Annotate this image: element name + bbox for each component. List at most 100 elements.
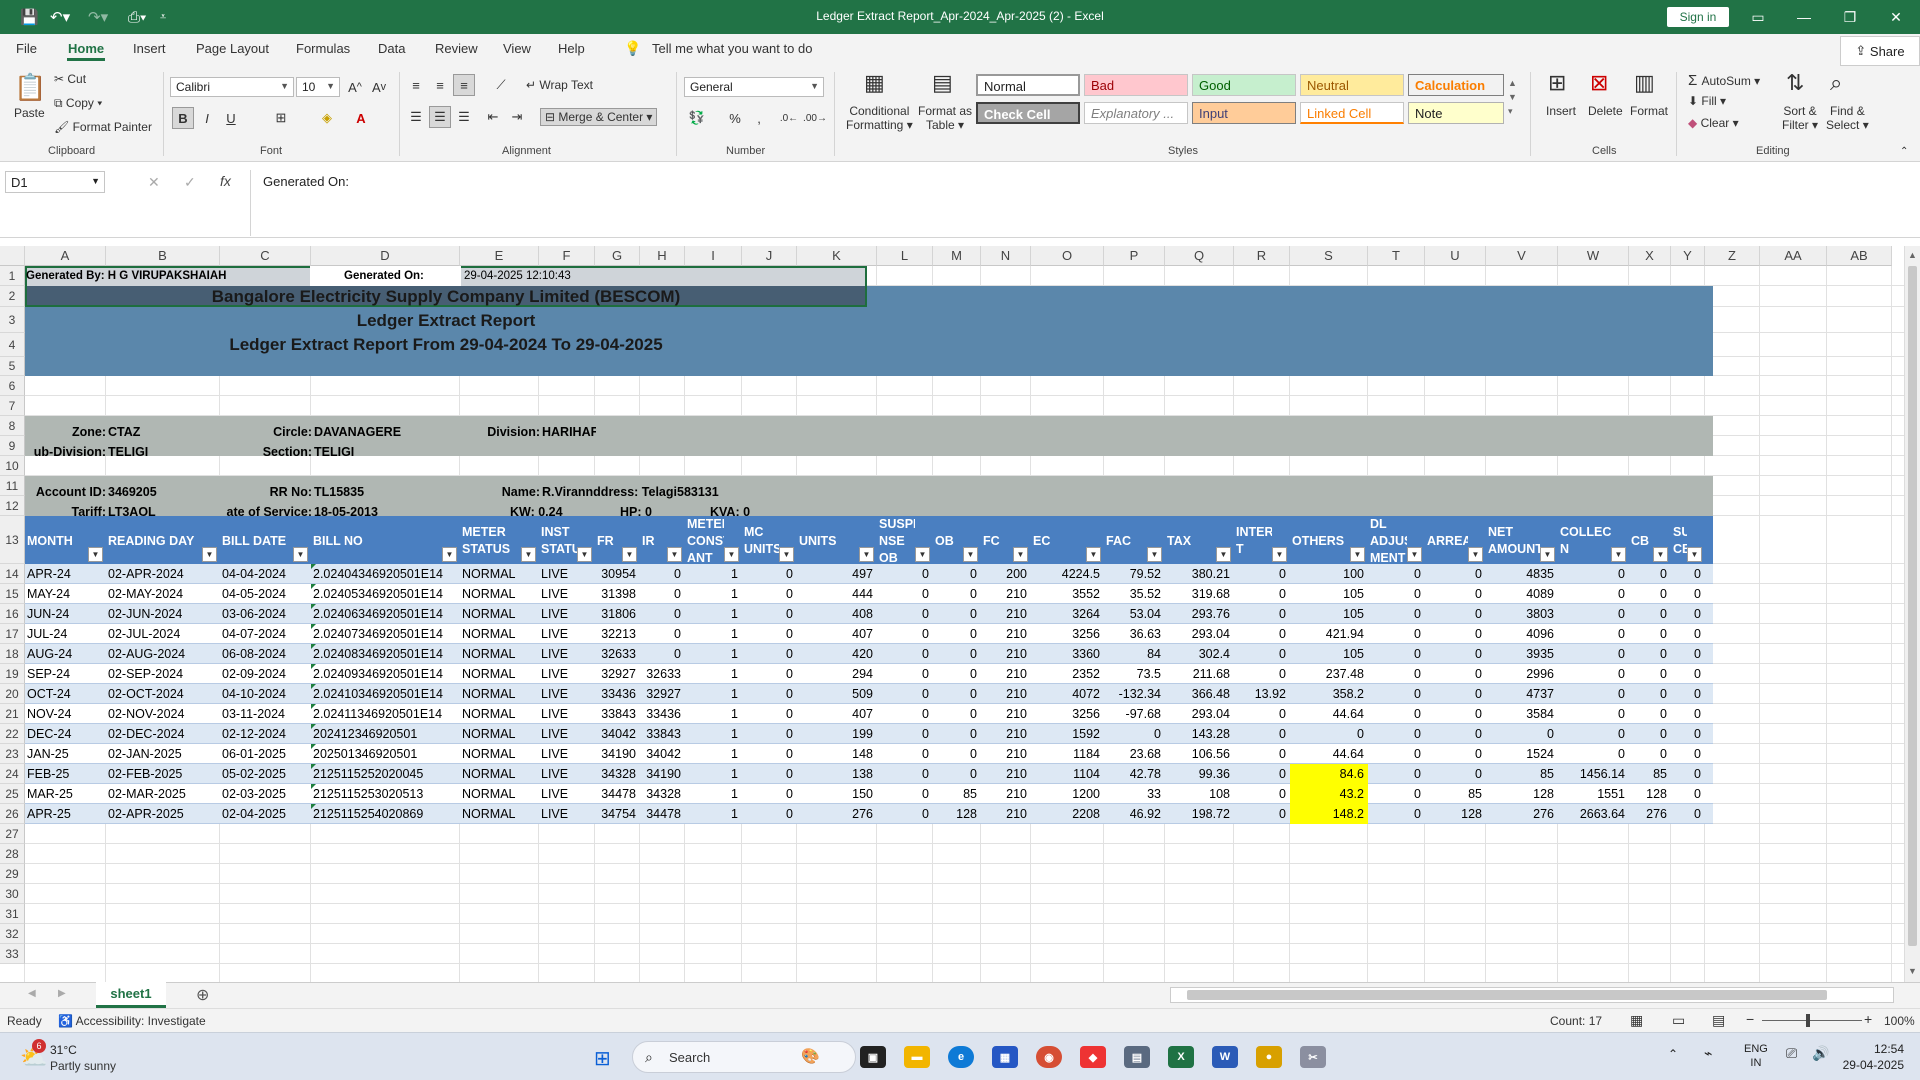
style-good[interactable]: Good <box>1192 74 1296 96</box>
table-cell[interactable]: FEB-25 <box>27 764 106 784</box>
tab-page-layout[interactable]: Page Layout <box>196 41 269 56</box>
table-cell[interactable]: 210 <box>981 644 1027 664</box>
sheet-tab-sheet1[interactable]: sheet1 <box>96 982 166 1008</box>
table-cell[interactable]: 06-01-2025 <box>222 744 311 764</box>
table-cell[interactable]: 2352 <box>1031 664 1100 684</box>
row-header[interactable]: 7 <box>0 396 25 416</box>
table-cell[interactable]: 0 <box>877 704 929 724</box>
table-cell[interactable]: 33436 <box>595 684 636 704</box>
row-header[interactable]: 28 <box>0 844 25 864</box>
filter-dropdown-icon[interactable]: ▼ <box>577 547 592 562</box>
column-header[interactable]: AB <box>1827 246 1892 266</box>
column-header[interactable]: Q <box>1165 246 1234 266</box>
tab-file[interactable]: File <box>16 41 37 56</box>
table-cell[interactable]: 293.04 <box>1165 624 1230 644</box>
zoom-level[interactable]: 100% <box>1884 1014 1915 1028</box>
report-range-title[interactable]: Ledger Extract Report From 29-04-2024 To… <box>26 333 866 357</box>
zoom-out-icon[interactable]: − <box>1746 1011 1754 1027</box>
table-cell[interactable]: 0 <box>1558 664 1625 684</box>
table-cell[interactable]: 0 <box>877 584 929 604</box>
volume-icon[interactable]: 🔊 <box>1812 1045 1829 1062</box>
section-label[interactable]: Section: <box>222 442 312 462</box>
table-cell[interactable]: 3584 <box>1486 704 1554 724</box>
table-cell[interactable]: 421.94 <box>1290 624 1364 644</box>
chrome-icon[interactable]: ◉ <box>1036 1046 1062 1068</box>
table-cell[interactable]: 02-AUG-2024 <box>108 644 220 664</box>
word-icon[interactable]: W <box>1212 1046 1238 1068</box>
worksheet[interactable]: A B C D E F G H I J K L M N O P Q R S T U V W X Y Z AA AB 1 2 3 4 5 6 7 8 9 1… <box>0 246 1904 982</box>
table-cell[interactable]: 276 <box>1486 804 1554 824</box>
table-cell[interactable]: LIVE <box>541 744 595 764</box>
tab-insert[interactable]: Insert <box>133 41 166 56</box>
filter-dropdown-icon[interactable]: ▼ <box>1540 547 1555 562</box>
comma-icon[interactable]: , <box>748 107 770 129</box>
row-header[interactable]: 16 <box>0 604 25 624</box>
table-cell[interactable]: NORMAL <box>462 684 539 704</box>
table-cell[interactable]: 4835 <box>1486 564 1554 584</box>
find-select-icon[interactable]: ⌕ <box>1830 70 1842 96</box>
column-header[interactable]: H <box>640 246 685 266</box>
align-bottom-icon[interactable]: ≡ <box>453 74 475 96</box>
table-cell[interactable]: 0 <box>1671 804 1701 824</box>
column-header[interactable]: R <box>1234 246 1290 266</box>
table-cell[interactable]: 06-08-2024 <box>222 644 311 664</box>
enter-icon[interactable]: ✓ <box>184 174 196 191</box>
table-cell[interactable]: 0 <box>742 644 793 664</box>
row-header[interactable]: 2 <box>0 286 25 307</box>
table-cell[interactable]: 4072 <box>1031 684 1100 704</box>
zone-label[interactable]: Zone: <box>26 422 106 442</box>
table-cell[interactable]: 1200 <box>1031 784 1100 804</box>
table-cell[interactable]: 0 <box>1558 724 1625 744</box>
table-cell[interactable]: 32927 <box>640 684 681 704</box>
column-header[interactable]: F <box>539 246 595 266</box>
wrap-text-button[interactable]: ↵ Wrap Text <box>526 78 593 92</box>
table-cell[interactable]: 0 <box>1629 644 1667 664</box>
table-cell[interactable]: 85 <box>1629 764 1667 784</box>
select-all-corner[interactable] <box>0 246 25 266</box>
paste-icon[interactable]: 📋 <box>14 72 46 103</box>
table-cell[interactable]: 0 <box>742 784 793 804</box>
style-check-cell[interactable]: Check Cell <box>976 102 1080 124</box>
table-cell[interactable]: 0 <box>1671 604 1701 624</box>
table-header-cell[interactable]: BILL NO <box>313 518 442 564</box>
share-button[interactable]: ⇪ Share <box>1840 36 1920 66</box>
tab-help[interactable]: Help <box>558 41 585 56</box>
table-cell[interactable]: 0 <box>877 564 929 584</box>
style-explanatory[interactable]: Explanatory ... <box>1084 102 1188 124</box>
table-header-cell[interactable]: READING DAY <box>108 518 202 564</box>
table-cell[interactable]: 33843 <box>640 724 681 744</box>
tab-data[interactable]: Data <box>378 41 405 56</box>
row-header[interactable]: 22 <box>0 724 25 744</box>
rr-no-value[interactable]: TL15835 <box>314 482 364 502</box>
table-cell[interactable]: 2.02408346920501E14 <box>313 644 460 664</box>
table-cell[interactable]: 0 <box>1671 744 1701 764</box>
table-cell[interactable]: 42.78 <box>1104 764 1161 784</box>
zoom-in-icon[interactable]: + <box>1864 1011 1872 1027</box>
table-cell[interactable]: 3256 <box>1031 624 1100 644</box>
taskview-icon[interactable]: ▣ <box>860 1046 886 1068</box>
table-cell[interactable]: 30954 <box>595 564 636 584</box>
next-sheet-icon[interactable]: ▶ <box>58 988 66 999</box>
row-header[interactable]: 20 <box>0 684 25 704</box>
cancel-icon[interactable]: ✕ <box>148 174 160 191</box>
table-cell[interactable]: 407 <box>797 624 873 644</box>
table-cell[interactable]: LIVE <box>541 564 595 584</box>
row-header[interactable]: 17 <box>0 624 25 644</box>
rr-no-label[interactable]: RR No: <box>222 482 312 502</box>
table-cell[interactable]: 04-04-2024 <box>222 564 311 584</box>
table-cell[interactable]: MAR-25 <box>27 784 106 804</box>
conditional-formatting-button[interactable]: Conditional Formatting ▾ <box>846 104 913 132</box>
format-as-table-button[interactable]: Format as Table ▾ <box>918 104 972 132</box>
file-explorer-icon[interactable]: ▬ <box>904 1046 930 1068</box>
windows-start-icon[interactable]: ⊞ <box>594 1046 611 1071</box>
table-cell[interactable]: 0 <box>933 664 977 684</box>
table-cell[interactable]: APR-25 <box>27 804 106 824</box>
filter-dropdown-icon[interactable]: ▼ <box>1086 547 1101 562</box>
merge-center-button[interactable]: ⊟ Merge & Center ▾ <box>540 108 658 126</box>
table-cell[interactable]: 128 <box>1486 784 1554 804</box>
table-cell[interactable]: 0 <box>1234 624 1286 644</box>
table-cell[interactable]: 128 <box>1425 804 1482 824</box>
table-cell[interactable]: NOV-24 <box>27 704 106 724</box>
report-title[interactable]: Ledger Extract Report <box>26 307 866 335</box>
table-cell[interactable]: 1 <box>685 624 738 644</box>
